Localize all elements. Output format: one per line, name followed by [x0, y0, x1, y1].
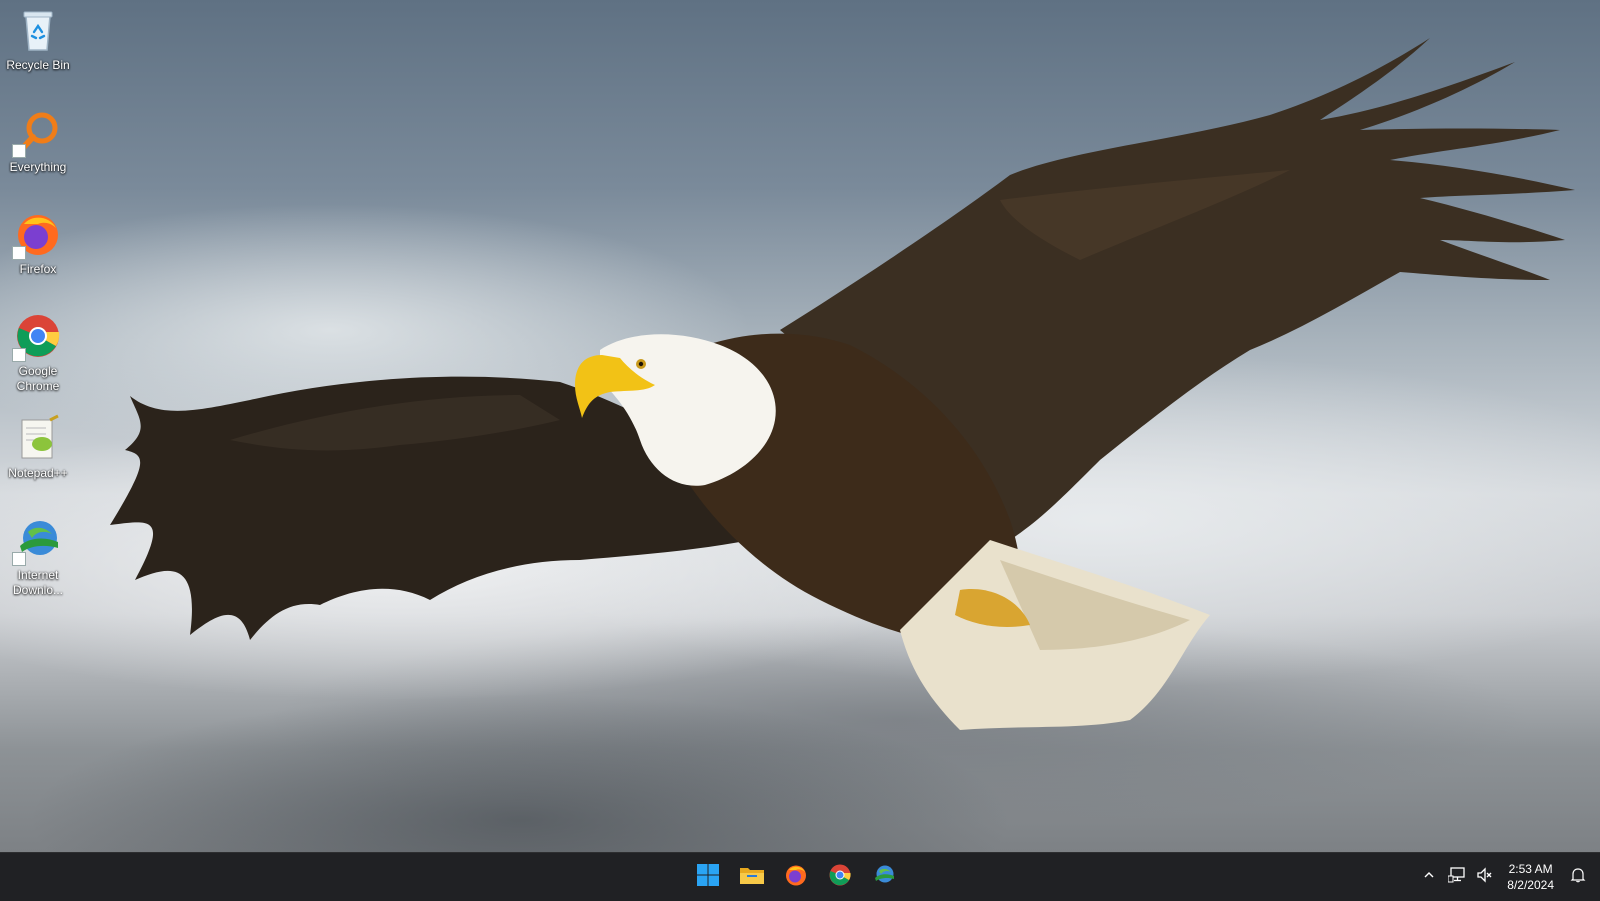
notifications-button[interactable] [1564, 859, 1592, 895]
network-button[interactable] [1443, 859, 1471, 895]
recycle-bin-icon [14, 6, 62, 54]
clock-time: 2:53 AM [1508, 862, 1553, 876]
start-button[interactable] [690, 859, 726, 895]
taskbar-clock[interactable]: 2:53 AM 8/2/2024 [1499, 861, 1564, 893]
desktop-wallpaper [0, 0, 1600, 852]
internet-download-manager-icon [871, 863, 897, 892]
desktop-icon-label: Google Chrome [16, 364, 60, 393]
idm-taskbar-button[interactable] [866, 859, 902, 895]
desktop-icon-label: Notepad++ [8, 466, 68, 480]
chevron-up-icon [1423, 868, 1435, 886]
desktop-icon-internet-download-manager[interactable]: Internet Downlo... [2, 510, 74, 606]
taskbar-pinned-apps [690, 859, 902, 895]
notepad-plus-plus-icon [14, 414, 62, 462]
shortcut-arrow-icon [12, 144, 26, 158]
file-explorer-icon [739, 863, 765, 892]
taskbar: 2:53 AM 8/2/2024 [0, 852, 1600, 901]
desktop-icon-google-chrome[interactable]: Google Chrome [2, 306, 74, 402]
everything-search-icon [12, 108, 62, 158]
desktop-icon-label: Recycle Bin [6, 58, 70, 72]
clock-date: 8/2/2024 [1507, 878, 1554, 892]
chrome-taskbar-button[interactable] [822, 859, 858, 895]
eagle-wallpaper-image [110, 38, 1575, 730]
firefox-icon [12, 210, 62, 260]
desktop-icon-everything[interactable]: Everything [2, 102, 74, 198]
internet-download-manager-icon [12, 516, 62, 566]
volume-button[interactable] [1471, 859, 1499, 895]
chrome-icon [828, 863, 852, 892]
shortcut-arrow-icon [12, 552, 26, 566]
desktop-icon-label: Internet Downlo... [12, 568, 64, 597]
desktop-icon-recycle-bin[interactable]: Recycle Bin [2, 0, 74, 96]
desktop-icon-notepad-plus-plus[interactable]: Notepad++ [2, 408, 74, 504]
desktop-icon-firefox[interactable]: Firefox [2, 204, 74, 300]
notification-bell-icon [1570, 867, 1586, 888]
firefox-taskbar-button[interactable] [778, 859, 814, 895]
desktop-icon-label: Firefox [19, 262, 57, 276]
chrome-icon [12, 312, 62, 362]
file-explorer-button[interactable] [734, 859, 770, 895]
show-hidden-icons-button[interactable] [1415, 859, 1443, 895]
desktop-icon-label: Everything [9, 160, 67, 174]
firefox-icon [784, 863, 808, 892]
volume-icon [1476, 866, 1494, 888]
network-icon [1447, 866, 1466, 888]
shortcut-arrow-icon [12, 246, 26, 260]
shortcut-arrow-icon [12, 348, 26, 362]
system-tray: 2:53 AM 8/2/2024 [1415, 853, 1600, 901]
windows-start-icon [696, 863, 720, 892]
